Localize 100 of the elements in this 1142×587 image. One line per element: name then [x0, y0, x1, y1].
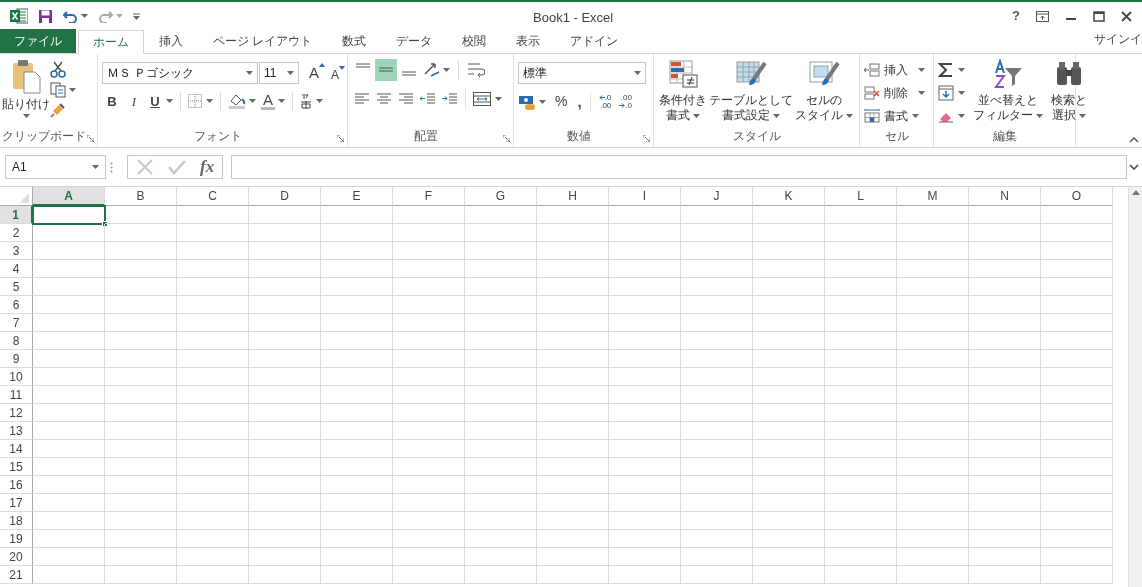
grid-cell[interactable] — [681, 512, 753, 530]
grid-cell[interactable] — [249, 368, 321, 386]
grid-cell[interactable] — [321, 242, 393, 260]
active-cell[interactable] — [33, 206, 105, 224]
currency-icon[interactable] — [518, 93, 536, 110]
column-header[interactable]: O — [1041, 187, 1113, 206]
grid-cell[interactable] — [969, 224, 1041, 242]
customize-toolbar-icon[interactable] — [133, 12, 140, 20]
grid-cell[interactable] — [105, 296, 177, 314]
grid-cell[interactable] — [249, 350, 321, 368]
grid-cell[interactable] — [825, 242, 897, 260]
grid-cell[interactable] — [249, 548, 321, 566]
delete-cells-button[interactable]: 削除 — [864, 82, 929, 104]
grid-cell[interactable] — [321, 458, 393, 476]
grid-cell[interactable] — [897, 368, 969, 386]
row-header[interactable]: 13 — [0, 422, 33, 440]
grid-cell[interactable] — [465, 296, 537, 314]
grid-cell[interactable] — [105, 242, 177, 260]
grid-cell[interactable] — [249, 278, 321, 296]
grid-cell[interactable] — [465, 242, 537, 260]
grid-cell[interactable] — [249, 224, 321, 242]
grid-cell[interactable] — [33, 332, 105, 350]
grid-cell[interactable] — [33, 548, 105, 566]
grid-cell[interactable] — [537, 332, 609, 350]
grid-cell[interactable] — [897, 512, 969, 530]
grid-cell[interactable] — [177, 386, 249, 404]
grid-cell[interactable] — [537, 530, 609, 548]
grid-cell[interactable] — [537, 386, 609, 404]
grid-cell[interactable] — [825, 206, 897, 224]
grid-cell[interactable] — [753, 386, 825, 404]
grid-cell[interactable] — [897, 332, 969, 350]
grid-cell[interactable] — [33, 458, 105, 476]
grid-cell[interactable] — [1041, 224, 1113, 242]
grid-cell[interactable] — [609, 476, 681, 494]
ribbon-display-icon[interactable] — [1036, 10, 1049, 22]
grid-cell[interactable] — [609, 566, 681, 584]
grid-cell[interactable] — [105, 512, 177, 530]
row-header[interactable]: 21 — [0, 566, 33, 584]
grid-cell[interactable] — [393, 314, 465, 332]
grid-cell[interactable] — [681, 494, 753, 512]
borders-icon[interactable] — [188, 94, 202, 109]
grid-cell[interactable] — [393, 350, 465, 368]
grid-cell[interactable] — [609, 350, 681, 368]
grid-cell[interactable] — [753, 566, 825, 584]
grid-cell[interactable] — [897, 350, 969, 368]
row-header[interactable]: 14 — [0, 440, 33, 458]
grid-cell[interactable] — [969, 332, 1041, 350]
row-header[interactable]: 10 — [0, 368, 33, 386]
grid-cell[interactable] — [897, 242, 969, 260]
column-header[interactable]: J — [681, 187, 753, 206]
grid-cell[interactable] — [177, 296, 249, 314]
format-painter-icon[interactable] — [50, 102, 66, 118]
grid-cell[interactable] — [537, 314, 609, 332]
italic-button[interactable]: I — [124, 91, 144, 111]
grid-cell[interactable] — [969, 422, 1041, 440]
grid-cell[interactable] — [393, 566, 465, 584]
grid-cell[interactable] — [465, 566, 537, 584]
grid-cell[interactable] — [969, 494, 1041, 512]
grid-cell[interactable] — [249, 386, 321, 404]
scroll-up-icon[interactable] — [1131, 190, 1140, 195]
grid-cell[interactable] — [825, 314, 897, 332]
number-format-field[interactable]: 標準 — [518, 62, 646, 84]
column-header[interactable]: D — [249, 187, 321, 206]
grid-cell[interactable] — [321, 332, 393, 350]
row-header[interactable]: 17 — [0, 494, 33, 512]
grid-cell[interactable] — [465, 314, 537, 332]
grid-cell[interactable] — [177, 242, 249, 260]
grid-cell[interactable] — [105, 476, 177, 494]
grid-cell[interactable] — [177, 224, 249, 242]
grid-cell[interactable] — [321, 350, 393, 368]
grid-cell[interactable] — [681, 350, 753, 368]
grid-cell[interactable] — [177, 476, 249, 494]
grid-cell[interactable] — [249, 332, 321, 350]
grid-cell[interactable] — [753, 368, 825, 386]
grid-cell[interactable] — [177, 458, 249, 476]
row-header[interactable]: 5 — [0, 278, 33, 296]
close-icon[interactable] — [1121, 10, 1132, 22]
grid-cell[interactable] — [1041, 332, 1113, 350]
grid-cell[interactable] — [33, 350, 105, 368]
grid-cell[interactable] — [753, 296, 825, 314]
grid-cell[interactable] — [753, 530, 825, 548]
row-header[interactable]: 15 — [0, 458, 33, 476]
redo-icon[interactable] — [98, 9, 113, 23]
grid-cell[interactable] — [321, 314, 393, 332]
grid-cell[interactable] — [105, 314, 177, 332]
grid-cell[interactable] — [321, 224, 393, 242]
grid-cell[interactable] — [321, 566, 393, 584]
format-cells-button[interactable]: 書式 — [864, 105, 929, 127]
grid-cell[interactable] — [681, 422, 753, 440]
grid-cell[interactable] — [753, 476, 825, 494]
grid-cell[interactable] — [393, 332, 465, 350]
grid-cell[interactable] — [681, 404, 753, 422]
grid-cell[interactable] — [177, 404, 249, 422]
grid-cell[interactable] — [249, 404, 321, 422]
grid-cell[interactable] — [249, 566, 321, 584]
grid-cell[interactable] — [537, 422, 609, 440]
grid-cell[interactable] — [681, 566, 753, 584]
grid-cell[interactable] — [393, 386, 465, 404]
grid-cell[interactable] — [393, 494, 465, 512]
grid-cell[interactable] — [33, 278, 105, 296]
